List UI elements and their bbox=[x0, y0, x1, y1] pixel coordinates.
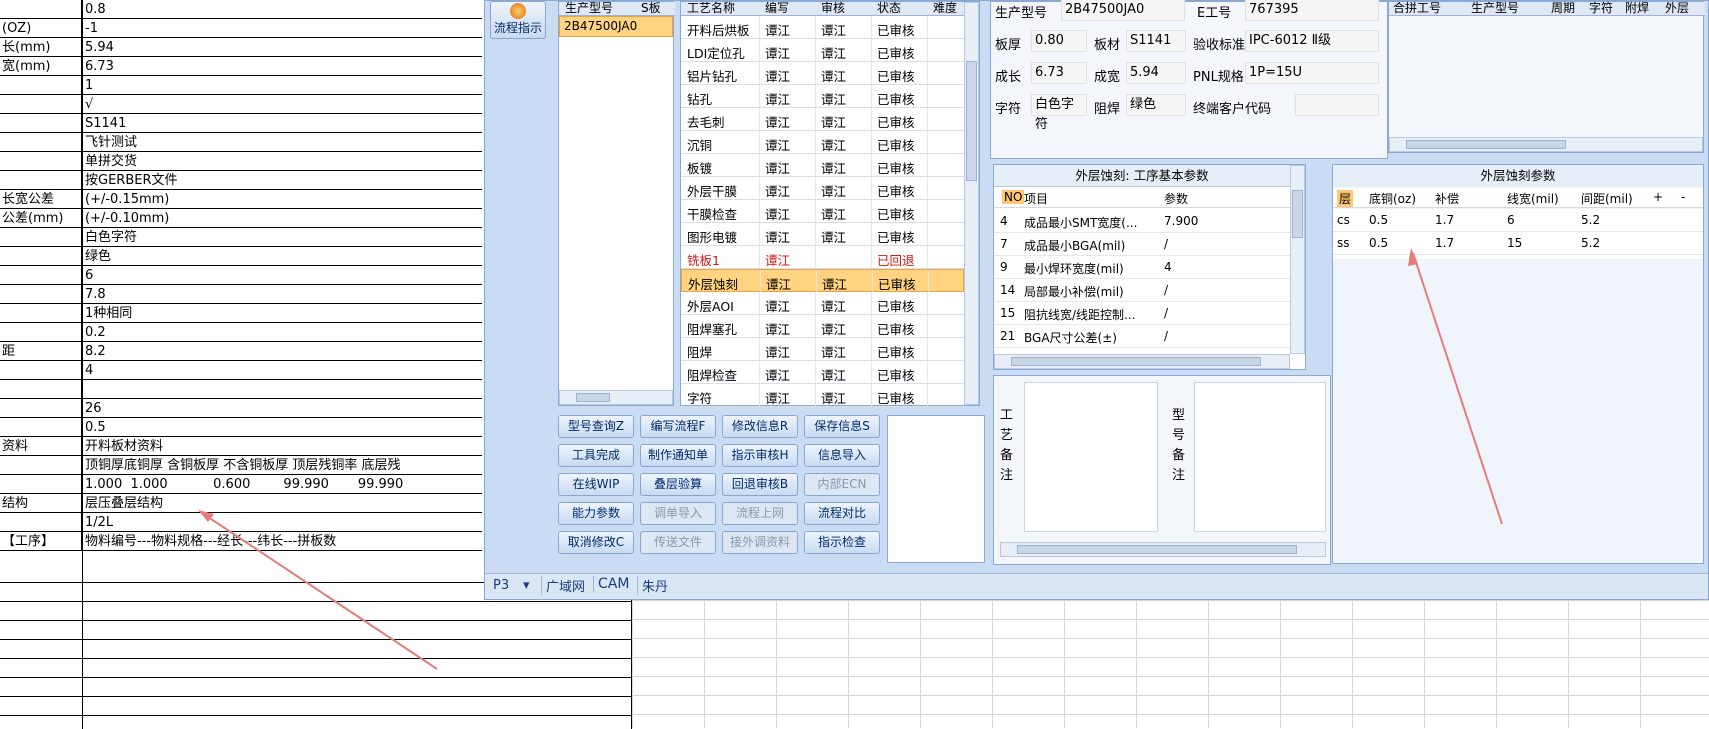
annotation-arrows bbox=[198, 248, 1503, 670]
